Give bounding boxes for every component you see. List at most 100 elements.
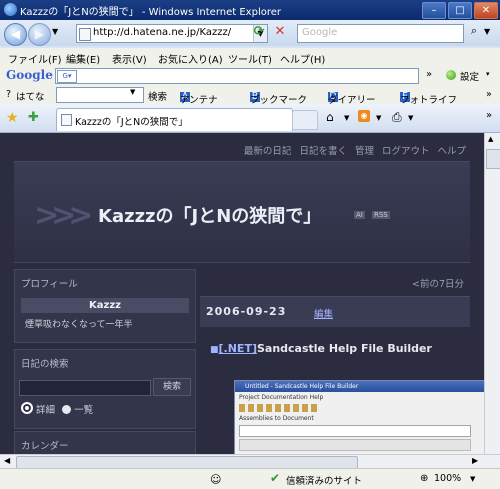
zoom-dropdown-icon[interactable]: ▼ — [470, 475, 475, 483]
hatena-label[interactable]: はてな — [16, 89, 45, 103]
back-button[interactable]: ◀ — [4, 23, 27, 46]
tab-active[interactable]: Kazzzの「JとNの狭間で」 — [56, 108, 293, 131]
add-favorites-icon[interactable]: ✚ — [28, 110, 39, 125]
refresh-icon[interactable]: ⟳ — [249, 24, 269, 41]
google-logo: Google — [6, 68, 53, 82]
print-dropdown-icon[interactable]: ▼ — [408, 114, 413, 122]
zoom-level[interactable]: 100% — [434, 473, 461, 484]
entry-title-text[interactable]: Sandcastle Help File Builder — [257, 342, 432, 355]
hatena-help-icon[interactable]: ? — [6, 89, 11, 100]
page-content: 最新の日記 日記を書く 管理 ログアウト ヘルプ >>> Kazzzの「JとNの… — [0, 133, 484, 454]
home-dropdown-icon[interactable]: ▼ — [344, 114, 349, 122]
diary-search-input[interactable] — [19, 380, 151, 396]
hatena-search-dropdown-icon[interactable]: ▼ — [130, 88, 135, 96]
rss-badge[interactable]: RSS — [372, 211, 390, 219]
hatena-search-button[interactable]: 検索 — [148, 89, 167, 103]
entry-date[interactable]: 2006-09-23 — [206, 305, 286, 318]
status-bar: ☺ ✔ 信頼済みのサイト ⊕ 100% ▼ — [0, 468, 500, 489]
scroll-right-icon[interactable]: ▶ — [472, 456, 478, 465]
scroll-up-icon[interactable]: ▲ — [488, 135, 493, 143]
favorites-star-icon[interactable]: ★ — [6, 110, 19, 126]
radio-list[interactable] — [62, 405, 72, 414]
new-tab-button[interactable] — [292, 110, 318, 130]
print-icon[interactable]: ⎙ — [392, 110, 402, 125]
radio-list-label: 一覧 — [74, 405, 94, 416]
search-options-icon[interactable]: ▼ — [484, 27, 490, 36]
google-search-input[interactable]: G▾ — [55, 68, 419, 84]
hatena-toolbar: ? はてな ▼ 検索 Aアンテナ ▾ Bブックマーク ▾ Dダイアリー ▾ Fフ… — [0, 86, 500, 106]
forward-button[interactable]: ▶ — [28, 23, 51, 46]
entry-category-link[interactable]: [.NET] — [219, 342, 257, 355]
maximize-button[interactable]: □ — [448, 2, 472, 19]
search-input[interactable]: Google — [297, 24, 464, 43]
zoom-icon[interactable]: ⊕ — [420, 473, 428, 484]
menu-view[interactable]: 表示(V) — [112, 51, 147, 66]
google-g-icon[interactable]: G▾ — [57, 70, 77, 83]
scroll-left-icon[interactable]: ◀ — [4, 456, 10, 465]
menu-edit[interactable]: 編集(E) — [66, 51, 100, 66]
search-placeholder: Google — [302, 27, 338, 38]
diary-search-box: 日記の検索 検索 詳細 一覧 — [14, 349, 196, 429]
privacy-icon[interactable]: ☺ — [210, 473, 221, 486]
hatena-antenna-link[interactable]: Aアンテナ ▾ — [180, 89, 218, 106]
profile-heading: プロフィール — [21, 279, 78, 290]
admin-link[interactable]: 管理 — [355, 143, 374, 157]
menu-favorites[interactable]: お気に入り(A) — [158, 51, 223, 66]
more-chevron-icon[interactable]: » — [426, 69, 432, 80]
write-diary-link[interactable]: 日記を書く — [299, 143, 347, 157]
settings-button[interactable]: 設定 — [460, 69, 479, 83]
minimize-button[interactable]: – — [422, 2, 446, 19]
profile-box: プロフィール Kazzz 煙草吸わなくなって一年半 — [14, 269, 196, 343]
settings-status-icon — [446, 70, 456, 80]
history-dropdown-icon[interactable]: ▼ — [52, 27, 58, 36]
close-button[interactable]: ✕ — [474, 2, 498, 19]
radio-detail[interactable] — [21, 402, 33, 414]
search-icon[interactable]: ⌕ — [466, 24, 482, 41]
blog-header: >>> Kazzzの「JとNの狭間で」 AI RSS — [14, 161, 470, 263]
screenshot-title: Untitled - Sandcastle Help File Builder — [235, 381, 484, 392]
top-navigation: 最新の日記 日記を書く 管理 ログアウト ヘルプ — [244, 143, 466, 157]
settings-dropdown-icon[interactable]: ▾ — [486, 70, 490, 78]
profile-name[interactable]: Kazzz — [21, 298, 189, 313]
edit-link[interactable]: 編集 — [314, 306, 333, 320]
menu-tools[interactable]: ツール(T) — [228, 51, 272, 66]
search-mode-options: 詳細 一覧 — [21, 402, 93, 416]
google-toolbar: Google G▾ » 設定 ▾ — [0, 66, 500, 87]
entry-date-header: 2006-09-23 編集 — [200, 296, 470, 327]
diary-search-heading: 日記の検索 — [21, 359, 69, 370]
diary-search-button[interactable]: 検索 — [153, 378, 191, 396]
page-icon — [61, 114, 72, 126]
title-bar: Kazzzの「JとNの狭間で」 - Windows Internet Explo… — [0, 0, 500, 20]
entry-bullet-icon: ■ — [210, 345, 219, 355]
header-chevrons-decoration: >>> — [34, 198, 93, 233]
feed-dropdown-icon[interactable]: ▼ — [376, 114, 381, 122]
entry-title: ■[.NET]Sandcastle Help File Builder — [210, 342, 432, 355]
previous-7-days-link[interactable]: <前の7日分 — [412, 276, 464, 290]
calendar-heading: カレンダー — [21, 441, 69, 452]
hatena-bookmark-link[interactable]: Bブックマーク ▾ — [250, 89, 307, 106]
help-link[interactable]: ヘルプ — [437, 143, 466, 157]
vertical-scroll-thumb[interactable] — [486, 149, 500, 169]
security-zone[interactable]: 信頼済みのサイト — [286, 473, 362, 487]
hatena-diary-link[interactable]: Dダイアリー ▾ — [328, 89, 376, 106]
screenshot-label: Assemblies to Document — [239, 415, 314, 422]
rss-feed-icon[interactable]: ◉ — [358, 110, 370, 122]
calendar-box: カレンダー — [14, 431, 196, 454]
menu-file[interactable]: ファイル(F) — [8, 51, 62, 66]
horizontal-scrollbar[interactable]: ◀ ▶ — [0, 454, 500, 469]
ai-badge[interactable]: AI — [354, 211, 365, 219]
screenshot-toolbar-icons — [239, 404, 319, 412]
site-title[interactable]: Kazzzの「JとNの狭間で」 — [98, 202, 321, 228]
address-bar[interactable]: http://d.hatena.ne.jp/Kazzz/ ▼ — [76, 24, 268, 43]
more-chevron-icon[interactable]: » — [486, 110, 492, 121]
home-icon[interactable]: ⌂ — [326, 110, 334, 124]
menu-help[interactable]: ヘルプ(H) — [280, 51, 325, 66]
logout-link[interactable]: ログアウト — [382, 143, 430, 157]
menu-bar: ファイル(F) 編集(E) 表示(V) お気に入り(A) ツール(T) ヘルプ(… — [0, 48, 500, 67]
latest-diary-link[interactable]: 最新の日記 — [244, 143, 292, 157]
hatena-fotolife-link[interactable]: Fフォトライフ ▾ — [400, 89, 457, 106]
more-chevron-icon[interactable]: » — [486, 89, 492, 100]
stop-icon[interactable]: ✕ — [271, 24, 289, 41]
screenshot-menu: Project Documentation Help — [239, 394, 324, 401]
vertical-scrollbar[interactable]: ▲ — [484, 133, 500, 454]
